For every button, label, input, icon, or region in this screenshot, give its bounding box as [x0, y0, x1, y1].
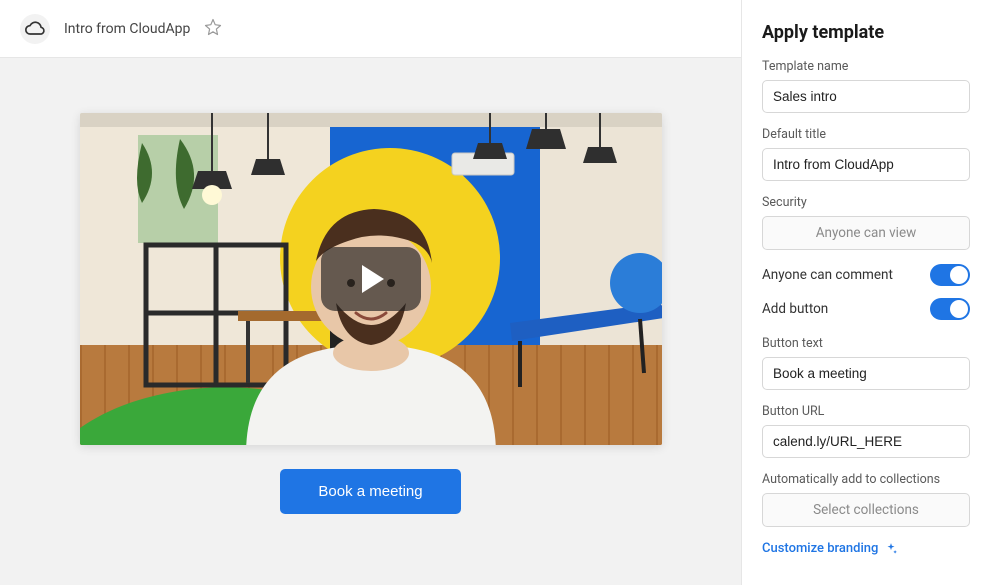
default-title-label: Default title [762, 127, 970, 142]
button-url-input[interactable] [762, 425, 970, 458]
field-button-text: Button text [762, 336, 970, 390]
button-url-label: Button URL [762, 404, 970, 419]
settings-panel: Apply template Template name Default tit… [742, 0, 990, 585]
default-title-input[interactable] [762, 148, 970, 181]
topbar: Intro from CloudApp [0, 0, 741, 58]
field-security: Security Anyone can view [762, 195, 970, 250]
field-button-url: Button URL [762, 404, 970, 458]
video-preview[interactable] [80, 113, 662, 445]
field-default-title: Default title [762, 127, 970, 181]
collections-select[interactable]: Select collections [762, 493, 970, 527]
toggle-comment-label: Anyone can comment [762, 267, 893, 283]
toggle-addbutton-label: Add button [762, 301, 828, 317]
main-area: Intro from CloudApp [0, 0, 742, 585]
toggle-add-button: Add button [762, 298, 970, 320]
toggle-anyone-comment: Anyone can comment [762, 264, 970, 286]
customize-branding-label: Customize branding [762, 541, 878, 556]
play-button[interactable] [321, 247, 421, 311]
cloud-icon [25, 19, 45, 39]
panel-heading: Apply template [762, 22, 970, 43]
customize-branding-link[interactable]: Customize branding [762, 541, 970, 556]
preview-area: Book a meeting [0, 58, 741, 585]
security-select[interactable]: Anyone can view [762, 216, 970, 250]
favorite-star-icon[interactable] [204, 18, 222, 40]
button-text-label: Button text [762, 336, 970, 351]
collections-label: Automatically add to collections [762, 472, 970, 487]
button-text-input[interactable] [762, 357, 970, 390]
security-label: Security [762, 195, 970, 210]
template-name-label: Template name [762, 59, 970, 74]
field-template-name: Template name [762, 59, 970, 113]
toggle-addbutton-switch[interactable] [930, 298, 970, 320]
presenter-illustration [216, 195, 526, 445]
sparkle-icon [884, 542, 898, 556]
field-collections: Automatically add to collections Select … [762, 472, 970, 527]
toggle-comment-switch[interactable] [930, 264, 970, 286]
app-logo [20, 14, 50, 44]
play-icon [362, 265, 384, 293]
cta-button[interactable]: Book a meeting [280, 469, 460, 514]
page-title: Intro from CloudApp [64, 21, 190, 37]
template-name-input[interactable] [762, 80, 970, 113]
